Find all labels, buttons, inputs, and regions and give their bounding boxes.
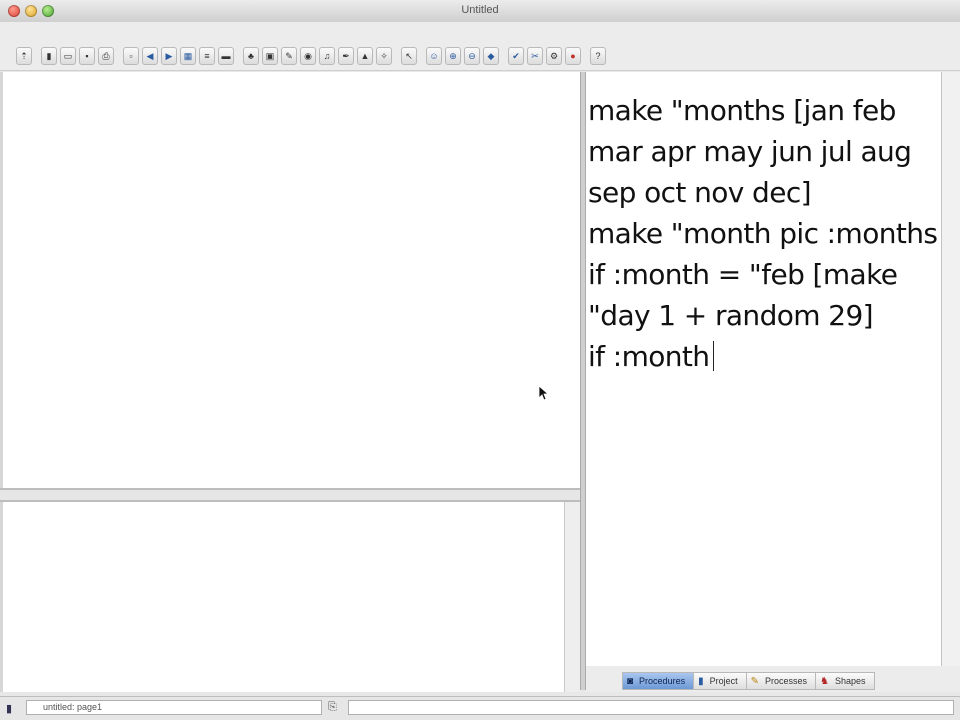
folder-button[interactable]: ▭ <box>60 47 76 65</box>
toolbar: ⇡ ▮ ▭ ▪ ⎙ ▫ ◀ ▶ ▦ ≡ ▬ ♣ ▣ ✎ ◉ ♫ ✒ ▲ ✧ ↖ ☺ ⊕ ⊖ ◆ ✔ ✂ ⚙ ●? <box>0 22 960 71</box>
mouse-pointer-icon <box>538 385 548 401</box>
tab-label: Project <box>709 676 738 686</box>
code-line: if :month = "feb [make <box>588 258 898 291</box>
code-line: "day 1 + random 29] <box>588 299 874 332</box>
command-center[interactable] <box>0 502 564 692</box>
page-button[interactable]: ▫ <box>123 47 139 65</box>
target-button[interactable]: ◆ <box>483 47 499 65</box>
prev-page-icon: ◀ <box>146 50 154 61</box>
drawing-area[interactable] <box>0 72 580 488</box>
paint-button[interactable]: ▲ <box>357 47 373 65</box>
textbox-icon: ▬ <box>221 50 231 61</box>
stamp-button[interactable]: ✎ <box>281 47 297 65</box>
project-icon: ▮ <box>698 675 704 687</box>
title-bar: Untitled <box>0 0 960 23</box>
gear-button[interactable]: ⚙ <box>546 47 562 65</box>
text-cursor <box>713 341 715 371</box>
pointer-button[interactable]: ↖ <box>401 47 417 65</box>
document-icon: ⎘ <box>328 701 337 713</box>
tab-label: Shapes <box>835 676 866 686</box>
tab-project[interactable]: ▮ Project <box>693 672 746 690</box>
help-button[interactable]: ? <box>590 47 606 65</box>
textbox-button[interactable]: ▬ <box>218 47 234 65</box>
check-icon: ✔ <box>512 50 520 61</box>
pen-button[interactable]: ✒ <box>338 47 354 65</box>
pointer-icon: ↖ <box>405 50 413 61</box>
arrow-button[interactable]: ⇡ <box>16 47 32 65</box>
help-icon: ? <box>595 50 601 61</box>
list-icon: ≡ <box>204 50 210 61</box>
toolbar-buttons: ⇡ ▮ ▭ ▪ ⎙ ▫ ◀ ▶ ▦ ≡ ▬ ♣ ▣ ✎ ◉ ♫ ✒ ▲ ✧ ↖ ☺ ⊕ ⊖ ◆ ✔ ✂ ⚙ ●? <box>16 46 609 66</box>
magic-wand-button[interactable]: ✧ <box>376 47 392 65</box>
page-name-field[interactable]: untitled: page1 <box>26 700 322 715</box>
tab-label: Procedures <box>639 676 686 686</box>
save-icon: ▪ <box>85 50 89 61</box>
device-icon: ▮ <box>46 50 52 61</box>
pen-icon: ✒ <box>342 50 350 61</box>
tab-shapes[interactable]: ♞ Shapes <box>815 672 875 690</box>
zoom-out-icon: ⊖ <box>468 50 476 61</box>
next-page-button[interactable]: ▶ <box>161 47 177 65</box>
horizontal-splitter[interactable] <box>0 488 580 502</box>
zoom-in-button[interactable]: ⊕ <box>445 47 461 65</box>
next-page-icon: ▶ <box>165 50 173 61</box>
device-button[interactable]: ▮ <box>41 47 57 65</box>
code-line: make "months [jan feb <box>588 94 896 127</box>
gear-icon: ⚙ <box>549 50 559 61</box>
paint-icon: ▲ <box>360 50 370 61</box>
status-field[interactable] <box>348 700 954 715</box>
stop-button[interactable]: ● <box>565 47 581 65</box>
eye-button[interactable]: ◉ <box>300 47 316 65</box>
folder-icon: ▭ <box>63 50 73 61</box>
command-center-scrollbar[interactable] <box>564 502 580 692</box>
film-icon: ▦ <box>183 50 193 61</box>
save-button[interactable]: ▪ <box>79 47 95 65</box>
turtle-button[interactable]: ♣ <box>243 47 259 65</box>
tab-procedures[interactable]: ◙ Procedures <box>622 672 694 690</box>
tab-label: Processes <box>765 676 808 686</box>
music-icon: ♫ <box>323 50 331 61</box>
film-button[interactable]: ▦ <box>180 47 196 65</box>
page-icon: ▫ <box>129 50 133 61</box>
tab-bar: ◙ Procedures ▮ Project ✎ Processes ♞ Sha… <box>586 666 960 692</box>
code-line-text: if :month <box>588 340 710 373</box>
processes-icon: ✎ <box>750 675 759 687</box>
scissors-icon: ✂ <box>531 50 539 61</box>
print-icon: ⎙ <box>102 50 110 61</box>
code-line: make "month pic :months <box>588 217 938 250</box>
procedures-editor[interactable]: make "months [jan feb mar apr may jun ju… <box>586 72 942 666</box>
status-bar: ▮ untitled: page1 ⎘ <box>0 696 960 720</box>
check-button[interactable]: ✔ <box>508 47 524 65</box>
eye-icon: ◉ <box>304 50 312 61</box>
code-line: mar apr may jun jul aug <box>588 135 912 168</box>
prev-page-button[interactable]: ◀ <box>142 47 158 65</box>
tab-processes[interactable]: ✎ Processes <box>745 672 816 690</box>
shapes-icon: ♞ <box>820 675 829 687</box>
procedures-icon: ◙ <box>627 675 634 687</box>
turtle-icon: ♣ <box>248 50 254 61</box>
stamp-icon: ✎ <box>285 50 293 61</box>
page-icon: ▮ <box>6 703 13 715</box>
person-button[interactable]: ☺ <box>426 47 442 65</box>
person-icon: ☺ <box>429 50 439 61</box>
image-button[interactable]: ▣ <box>262 47 278 65</box>
magic-wand-icon: ✧ <box>380 50 388 61</box>
code-line-current: if :month <box>588 336 939 377</box>
list-button[interactable]: ≡ <box>199 47 215 65</box>
music-button[interactable]: ♫ <box>319 47 335 65</box>
zoom-out-button[interactable]: ⊖ <box>464 47 480 65</box>
code-line: sep oct nov dec] <box>588 176 812 209</box>
stop-icon: ● <box>570 50 576 61</box>
target-icon: ◆ <box>487 50 495 61</box>
image-icon: ▣ <box>265 50 275 61</box>
arrow-icon: ⇡ <box>20 50 28 61</box>
window-title: Untitled <box>461 4 499 16</box>
zoom-in-icon: ⊕ <box>449 50 457 61</box>
print-button[interactable]: ⎙ <box>98 47 114 65</box>
scissors-button[interactable]: ✂ <box>527 47 543 65</box>
procedures-scrollbar[interactable] <box>942 72 960 666</box>
